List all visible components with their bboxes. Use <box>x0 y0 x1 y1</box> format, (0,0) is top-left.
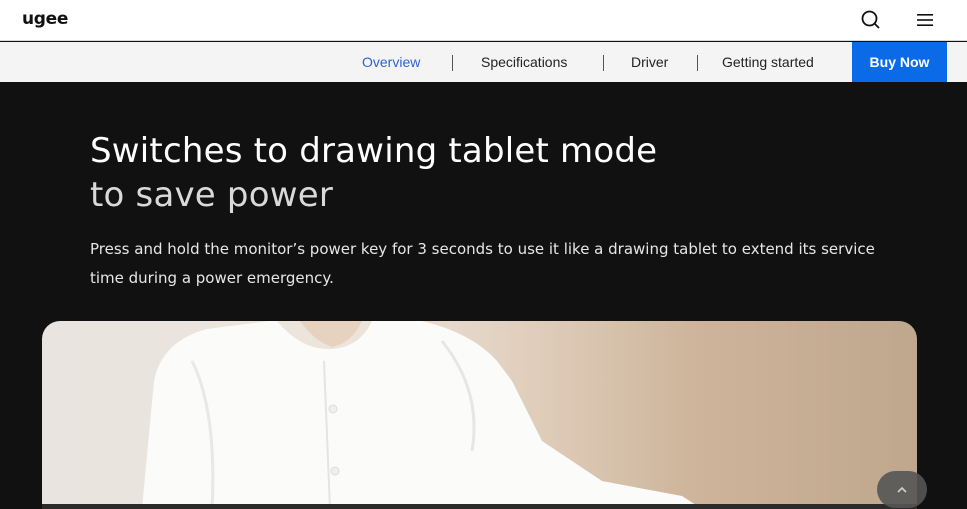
search-icon <box>861 10 880 29</box>
nav-divider <box>603 55 604 71</box>
chevron-up-icon <box>897 486 907 493</box>
tab-specifications[interactable]: Specifications <box>481 54 567 70</box>
tablet-edge <box>42 504 917 509</box>
tab-driver[interactable]: Driver <box>631 54 668 70</box>
hero-description: Press and hold the monitor’s power key f… <box>90 240 875 287</box>
buy-now-button[interactable]: Buy Now <box>852 42 947 82</box>
nav-divider <box>452 55 453 71</box>
nav-divider <box>697 55 698 71</box>
product-lifestyle-photo <box>42 321 917 509</box>
search-button[interactable] <box>859 8 883 32</box>
headline-line-1: Switches to drawing tablet mode <box>90 131 658 171</box>
headline-line-2: to save power <box>90 175 334 215</box>
menu-button[interactable] <box>913 8 937 32</box>
tab-overview[interactable]: Overview <box>362 54 420 70</box>
ugee-logo[interactable]: ugee <box>22 9 68 29</box>
hamburger-menu-icon <box>917 14 933 26</box>
top-header: ugee <box>0 0 967 41</box>
scroll-to-top-button[interactable] <box>877 471 927 508</box>
hero-section: Switches to drawing tablet mode to save … <box>0 82 967 509</box>
hero-headline: Switches to drawing tablet mode to save … <box>90 129 657 217</box>
tab-getting-started[interactable]: Getting started <box>722 54 814 70</box>
product-subnav: Overview Specifications Driver Getting s… <box>0 42 967 82</box>
